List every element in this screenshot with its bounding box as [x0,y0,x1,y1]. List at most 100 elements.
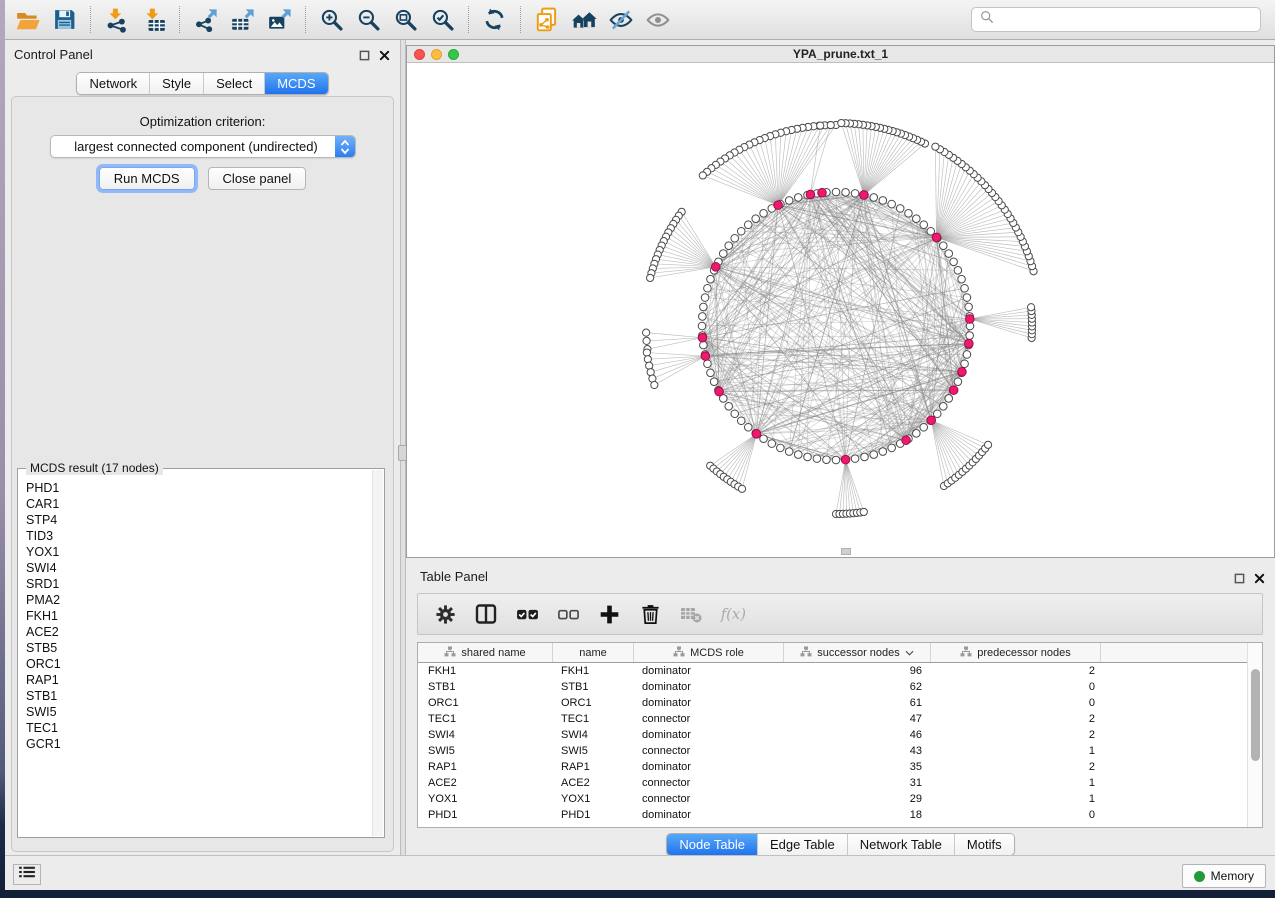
home-button[interactable] [565,4,602,35]
tab-network[interactable]: Network [77,73,150,94]
column-header-predecessor-nodes[interactable]: predecessor nodes [931,643,1101,662]
application-window: Control Panel NetworkStyleSelectMCDS Opt… [5,0,1275,890]
mcds-result-item[interactable]: FKH1 [26,608,383,624]
tab-style[interactable]: Style [150,73,204,94]
close-panel-button[interactable]: Close panel [208,167,307,190]
table-row[interactable]: ORC1ORC1dominator610 [418,695,1262,711]
deselect-all-button[interactable] [555,601,581,627]
tab-edge-table[interactable]: Edge Table [758,834,848,855]
table-row[interactable]: SWI4SWI4dominator462 [418,727,1262,743]
network-canvas[interactable] [407,63,1274,558]
mcds-result-item[interactable]: YOX1 [26,544,383,560]
column-header-successor-nodes[interactable]: successor nodes [784,643,931,662]
toolbar-separator [90,6,91,33]
cell-successor-nodes: 62 [784,681,931,693]
mcds-result-item[interactable]: RAP1 [26,672,383,688]
table-row[interactable]: FKH1FKH1dominator962 [418,663,1262,679]
search-box[interactable] [971,7,1261,32]
criterion-dropdown[interactable]: largest connected component (undirected) [50,135,356,158]
float-panel-icon[interactable] [359,48,370,66]
column-header-filler [1101,643,1262,662]
duplicate-network-button[interactable] [528,4,565,35]
show-all-button[interactable] [639,4,676,35]
cell-name: FKH1 [553,665,634,677]
cell-shared-name: YOX1 [418,793,553,805]
add-row-button[interactable] [596,601,622,627]
mcds-result-item[interactable]: SWI5 [26,704,383,720]
table-row[interactable]: ACE2ACE2connector311 [418,775,1262,791]
zoom-fit-button[interactable] [387,4,424,35]
memory-button[interactable]: Memory [1182,864,1266,888]
cell-predecessor-nodes: 0 [931,809,1101,821]
console-toggle-button[interactable] [13,864,41,885]
save-button[interactable] [46,4,83,35]
mcds-result-item[interactable]: GCR1 [26,736,383,752]
close-table-panel-icon[interactable] [1254,571,1265,589]
export-network-button[interactable] [187,4,224,35]
mcds-result-item[interactable]: ORC1 [26,656,383,672]
delete-table-button [678,601,704,627]
cell-predecessor-nodes: 2 [931,729,1101,741]
table-row[interactable]: PHD1PHD1dominator180 [418,807,1262,823]
cell-mcds-role: connector [634,713,784,725]
export-image-button[interactable] [261,4,298,35]
toggle-column-button[interactable] [473,601,499,627]
mcds-result-item[interactable]: SRD1 [26,576,383,592]
refresh-button[interactable] [476,4,513,35]
mcds-list-scrollbar[interactable] [372,470,383,836]
tab-mcds[interactable]: MCDS [265,73,327,94]
cell-mcds-role: dominator [634,761,784,773]
cell-successor-nodes: 96 [784,665,931,677]
cell-predecessor-nodes: 0 [931,681,1101,693]
zoom-selected-button[interactable] [424,4,461,35]
float-table-panel-icon[interactable] [1234,571,1245,589]
table-header: shared namenameMCDS rolesuccessor nodesp… [418,643,1262,663]
mcds-result-item[interactable]: STB1 [26,688,383,704]
zoom-in-button[interactable] [313,4,350,35]
table-row[interactable]: TEC1TEC1connector472 [418,711,1262,727]
network-window-titlebar[interactable]: YPA_prune.txt_1 [407,46,1274,63]
svg-text:f(x): f(x) [720,606,745,623]
table-row[interactable]: SWI5SWI5connector431 [418,743,1262,759]
mcds-result-item[interactable]: PMA2 [26,592,383,608]
mcds-result-item[interactable]: TEC1 [26,720,383,736]
cell-name: TEC1 [553,713,634,725]
table-scrollbar-thumb[interactable] [1251,669,1260,761]
settings-gear-button[interactable] [432,601,458,627]
cell-predecessor-nodes: 2 [931,761,1101,773]
cell-shared-name: ORC1 [418,697,553,709]
tab-motifs[interactable]: Motifs [955,834,1014,855]
network-hscroll-thumb[interactable] [841,548,851,555]
delete-row-button[interactable] [637,601,663,627]
mcds-result-item[interactable]: STP4 [26,512,383,528]
column-header-shared-name[interactable]: shared name [418,643,553,662]
tab-network-table[interactable]: Network Table [848,834,955,855]
table-row[interactable]: STB1STB1dominator620 [418,679,1262,695]
import-network-button[interactable] [98,4,135,35]
table-row[interactable]: YOX1YOX1connector291 [418,791,1262,807]
zoom-out-button[interactable] [350,4,387,35]
mcds-result-item[interactable]: PHD1 [26,480,383,496]
mcds-result-item[interactable]: ACE2 [26,624,383,640]
mcds-result-item[interactable]: STB5 [26,640,383,656]
tab-node-table[interactable]: Node Table [667,834,758,855]
column-header-name[interactable]: name [553,643,634,662]
table-scrollbar[interactable] [1247,643,1262,827]
table-toolbar: f(x) [417,593,1263,635]
mcds-result-item[interactable]: SWI4 [26,560,383,576]
search-input[interactable] [1000,13,1252,27]
column-header-MCDS-role[interactable]: MCDS role [634,643,784,662]
run-mcds-button[interactable]: Run MCDS [99,167,195,190]
export-table-button[interactable] [224,4,261,35]
close-panel-icon[interactable] [379,48,390,66]
hide-unselected-button[interactable] [602,4,639,35]
mcds-result-item[interactable]: TID3 [26,528,383,544]
cell-shared-name: TEC1 [418,713,553,725]
open-folder-button[interactable] [9,4,46,35]
select-all-button[interactable] [514,601,540,627]
import-table-button[interactable] [135,4,172,35]
tab-select[interactable]: Select [204,73,265,94]
mcds-result-item[interactable]: CAR1 [26,496,383,512]
table-row[interactable]: RAP1RAP1dominator352 [418,759,1262,775]
cell-successor-nodes: 47 [784,713,931,725]
